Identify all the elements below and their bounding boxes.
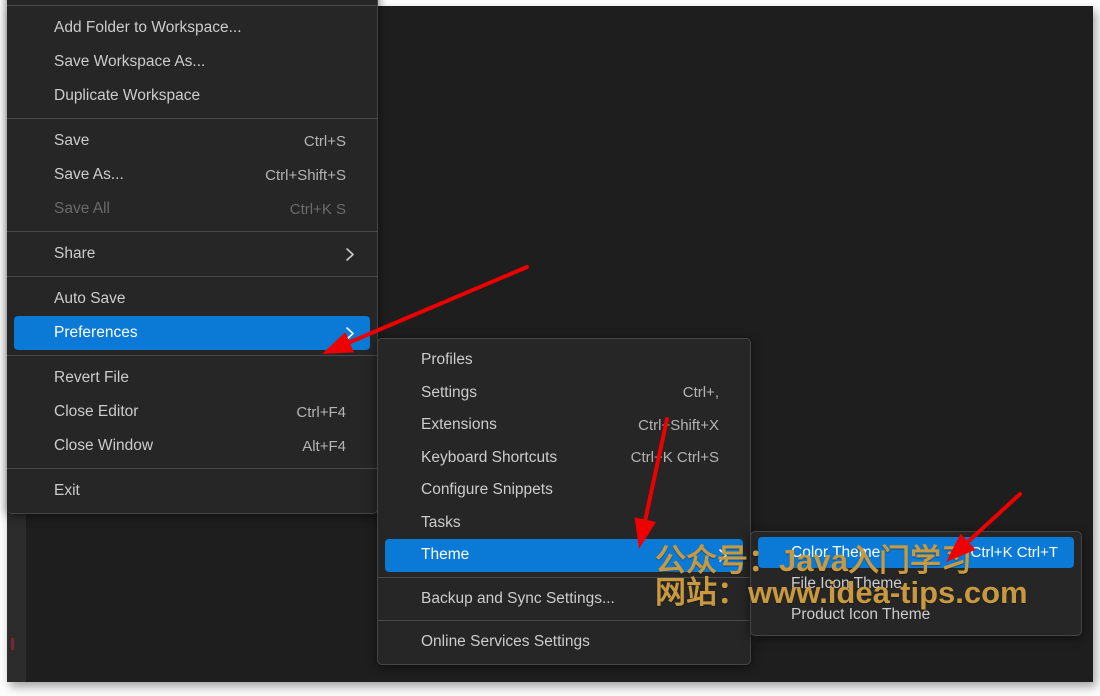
menu-item-keybinding: Ctrl+K Ctrl+T — [970, 544, 1058, 561]
menu-item-tasks[interactable]: Tasks — [385, 507, 743, 540]
menu-item-save[interactable]: Save Ctrl+S — [14, 124, 370, 158]
menu-item-revert-file[interactable]: Revert File — [14, 361, 370, 395]
file-menu[interactable]: Open RecentAdd Folder to Workspace...Sav… — [7, 0, 378, 514]
menu-item-duplicate-workspace[interactable]: Duplicate Workspace — [14, 79, 370, 113]
menu-item-label: Close Window — [54, 437, 154, 454]
menu-item-keybinding: Ctrl+Shift+X — [638, 416, 719, 434]
menu-item-theme[interactable]: Theme — [385, 539, 743, 572]
menu-item-color-theme[interactable]: Color Theme Ctrl+K Ctrl+T — [758, 537, 1074, 568]
menu-item-settings[interactable]: Settings Ctrl+, — [385, 377, 743, 410]
menu-item-keybinding: Ctrl+S — [303, 132, 346, 150]
menu-item-label: Product Icon Theme — [791, 605, 931, 623]
menu-separator — [7, 276, 377, 277]
menu-item-keybinding: Ctrl+F4 — [296, 403, 346, 421]
menu-item-label: Backup and Sync Settings... — [421, 589, 615, 607]
menu-separator — [7, 355, 377, 356]
menu-item-share[interactable]: Share — [14, 237, 370, 271]
menu-item-profiles[interactable]: Profiles — [385, 344, 743, 377]
menu-item-keyboard-shortcuts[interactable]: Keyboard Shortcuts Ctrl+K Ctrl+S — [385, 442, 743, 475]
menu-item-keybinding: Alt+F4 — [302, 437, 346, 455]
menu-item-label: File Icon Theme — [791, 574, 902, 592]
menu-item-label: Close Editor — [54, 403, 139, 420]
menu-separator — [378, 576, 750, 578]
accent-marker — [11, 638, 14, 650]
menu-item-close-window[interactable]: Close Window Alt+F4 — [14, 429, 370, 463]
menu-item-online-services-settings[interactable]: Online Services Settings — [385, 626, 743, 659]
menu-item-exit[interactable]: Exit — [14, 474, 370, 508]
menu-item-label: Share — [54, 245, 96, 262]
menu-separator — [7, 118, 377, 119]
menu-item-label: Revert File — [54, 369, 129, 386]
menu-item-label: Online Services Settings — [421, 633, 590, 651]
menu-item-keybinding: Ctrl+K S — [289, 200, 346, 218]
menu-item-label: Duplicate Workspace — [54, 87, 201, 104]
menu-item-label: Configure Snippets — [421, 481, 553, 499]
menu-item-label: Settings — [421, 383, 478, 401]
chevron-right-icon — [345, 247, 370, 262]
menu-item-label: Keyboard Shortcuts — [421, 448, 558, 466]
menu-item-label: Profiles — [421, 351, 473, 369]
menu-separator — [7, 468, 377, 469]
menu-separator — [7, 5, 377, 6]
page-frame: Open RecentAdd Folder to Workspace...Sav… — [0, 0, 1100, 696]
menu-item-file-icon-theme[interactable]: File Icon Theme — [758, 568, 1074, 599]
menu-item-label: Save All — [54, 200, 111, 217]
menu-separator — [7, 231, 377, 232]
menu-item-label: Theme — [421, 546, 470, 564]
menu-item-save-all: Save All Ctrl+K S — [14, 192, 370, 226]
menu-item-label: Exit — [54, 482, 80, 499]
menu-item-save-workspace-as[interactable]: Save Workspace As... — [14, 45, 370, 79]
menu-item-configure-snippets[interactable]: Configure Snippets — [385, 474, 743, 507]
menu-item-label: Color Theme — [791, 543, 881, 561]
menu-item-extensions[interactable]: Extensions Ctrl+Shift+X — [385, 409, 743, 442]
menu-item-label: Preferences — [54, 324, 138, 341]
menu-item-close-editor[interactable]: Close Editor Ctrl+F4 — [14, 395, 370, 429]
preferences-submenu[interactable]: Profiles Settings Ctrl+, Extensions Ctrl+Shi… — [377, 338, 751, 665]
chevron-right-icon — [718, 548, 743, 563]
menu-item-product-icon-theme[interactable]: Product Icon Theme — [758, 599, 1074, 630]
menu-separator — [378, 620, 750, 621]
menu-item-preferences[interactable]: Preferences — [14, 316, 370, 350]
menu-item-backup-and-sync-settings[interactable]: Backup and Sync Settings... — [385, 583, 743, 616]
menu-item-keybinding: Ctrl+, — [682, 384, 719, 402]
menu-item-label: Save As... — [54, 166, 124, 183]
menu-item-save-as[interactable]: Save As... Ctrl+Shift+S — [14, 158, 370, 192]
menu-item-auto-save[interactable]: Auto Save — [14, 282, 370, 316]
menu-item-add-folder-to-workspace[interactable]: Add Folder to Workspace... — [14, 11, 370, 45]
menu-item-label: Auto Save — [54, 290, 126, 307]
menu-item-label: Save Workspace As... — [54, 53, 206, 70]
theme-submenu[interactable]: Color Theme Ctrl+K Ctrl+T File Icon Theme P… — [750, 531, 1082, 636]
menu-item-keybinding: Ctrl+Shift+S — [265, 166, 346, 184]
menu-item-keybinding: Ctrl+K Ctrl+S — [630, 449, 719, 467]
menu-item-label: Save — [54, 132, 90, 149]
menu-item-label: Extensions — [421, 416, 497, 434]
menu-item-label: Tasks — [421, 513, 461, 531]
chevron-right-icon — [345, 326, 370, 341]
menu-item-label: Add Folder to Workspace... — [54, 19, 242, 36]
